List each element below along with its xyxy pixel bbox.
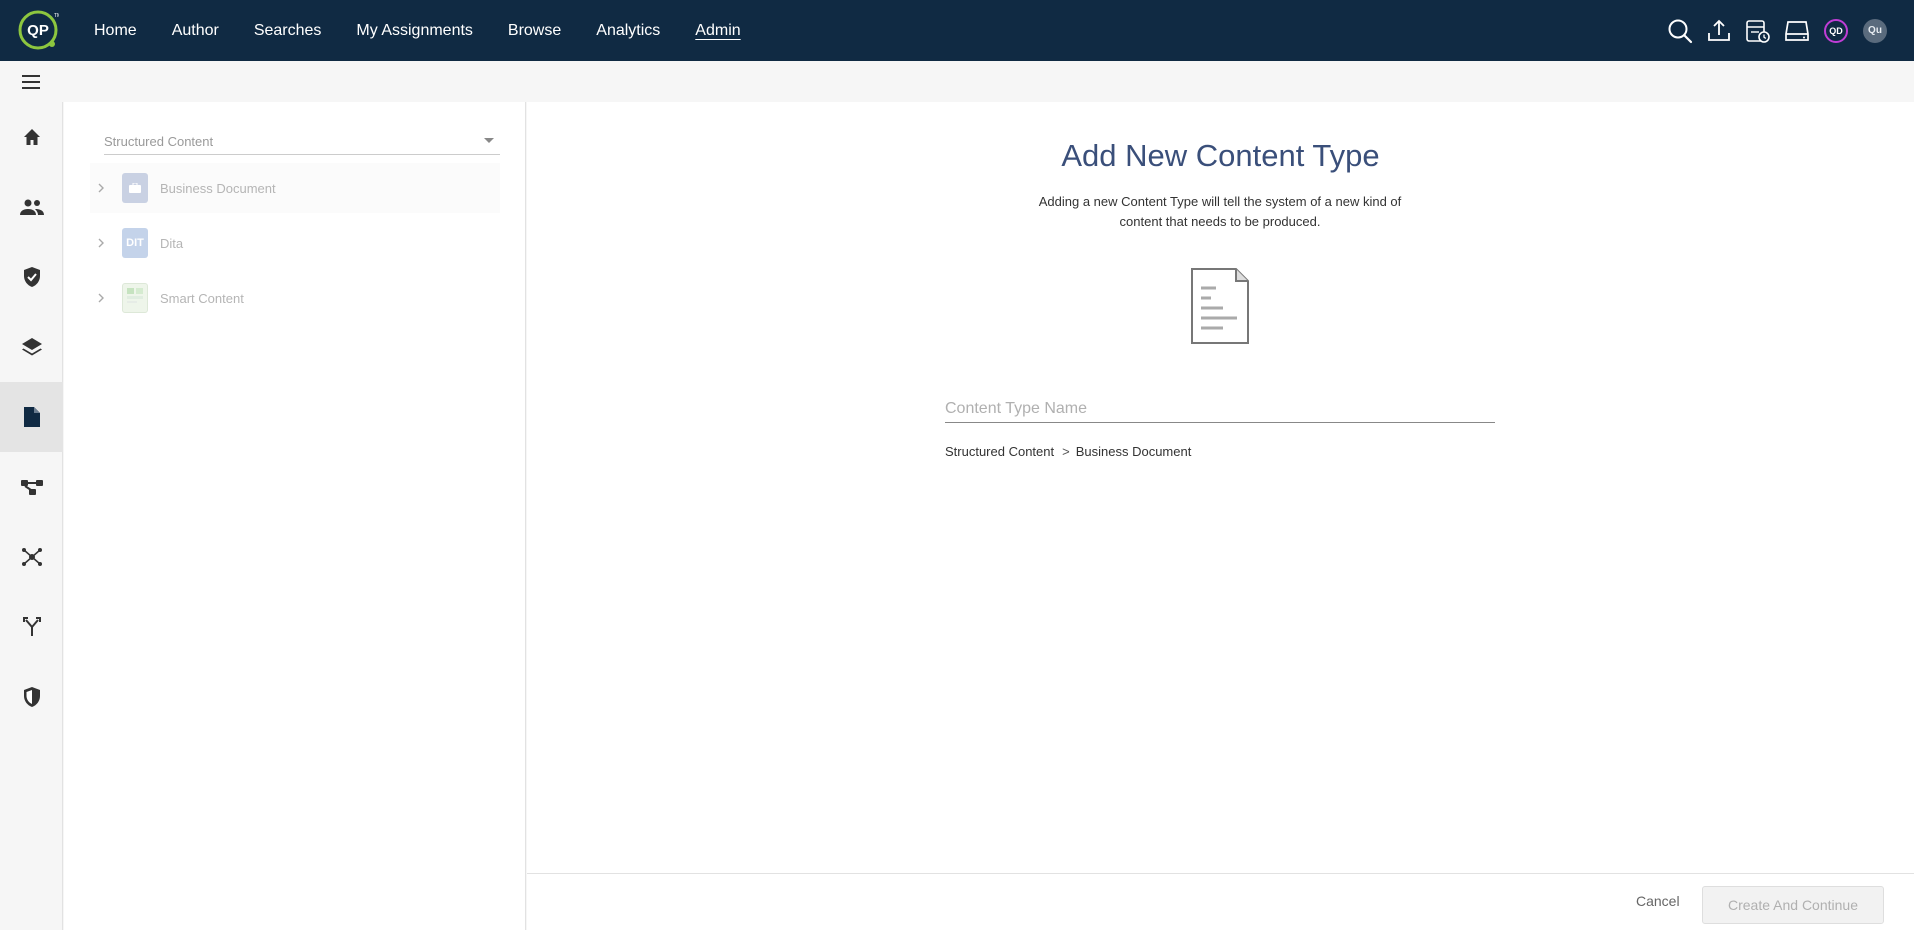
hamburger-menu-icon[interactable] [22,75,40,89]
cancel-button[interactable]: Cancel [1636,893,1680,909]
search-icon[interactable] [1666,17,1694,45]
sidebar-item-layers[interactable] [0,312,63,382]
sidebar-item-security[interactable] [0,662,63,732]
upload-icon[interactable] [1705,17,1733,45]
tree-item-business-document[interactable]: Business Document [90,163,500,213]
page-title: Add New Content Type [1061,138,1380,173]
sidebar-item-network[interactable] [0,522,63,592]
content-type-name-input[interactable] [945,396,1495,423]
path-separator: > [1062,444,1070,459]
sidebar-item-users[interactable] [0,172,63,242]
nav-searches[interactable]: Searches [254,22,322,40]
user-avatar-qd[interactable]: QD [1822,17,1850,45]
nav-author[interactable]: Author [172,22,219,40]
sidebar-item-home[interactable] [0,102,63,172]
users-icon [19,199,44,215]
nav-admin[interactable]: Admin [695,22,740,40]
document-icon [23,407,40,427]
svg-text:TM: TM [54,13,59,19]
create-and-continue-button[interactable]: Create And Continue [1702,886,1884,924]
path-leaf: Business Document [1075,444,1192,459]
layers-icon [21,338,42,356]
business-document-icon [122,173,148,203]
sidebar-item-content-types[interactable] [0,382,63,452]
dita-icon-text: DIT [126,237,144,249]
sidebar-item-branching[interactable] [0,592,63,662]
inbox-icon[interactable] [1783,17,1811,45]
page-description: Adding a new Content Type will tell the … [1038,194,1402,229]
content-category-select-value: Structured Content [104,134,214,149]
secondary-toolbar [0,61,1914,102]
sidebar-item-approvals[interactable] [0,242,63,312]
security-shield-icon [23,687,40,707]
content-category-select[interactable]: Structured Content [104,130,500,155]
tree-item-label: Smart Content [160,290,244,306]
content-type-path-breadcrumb: Structured Content > Business Document [945,444,1191,459]
chevron-down-icon [484,138,494,143]
add-content-type-form: Add New Content Type Adding a new Conten… [527,102,1914,930]
content-type-tree-panel: Structured Content Business Document DIT… [64,102,526,930]
avatar-qu-badge: Qu [1863,18,1887,43]
nav-home[interactable]: Home [94,22,137,40]
smart-content-icon [122,283,148,313]
top-navigation-bar: QP TM Home Author Searches My Assignment… [0,0,1914,61]
branch-icon [22,617,41,636]
nav-analytics[interactable]: Analytics [596,22,660,40]
sidebar-item-workflows[interactable] [0,452,63,522]
chevron-right-icon[interactable] [90,183,112,193]
scheduled-tasks-icon[interactable] [1744,17,1772,45]
workflow-icon [20,480,43,495]
avatar-qd-badge: QD [1824,18,1848,43]
path-root: Structured Content [945,444,1055,459]
main-nav: Home Author Searches My Assignments Brow… [94,0,776,61]
qp-logo[interactable]: QP TM [17,9,61,51]
svg-text:QP: QP [27,22,49,39]
chevron-right-icon[interactable] [90,293,112,303]
tree-item-dita[interactable]: DIT Dita [90,218,500,268]
home-icon [23,129,40,145]
shield-check-icon [23,267,40,287]
tree-item-label: Dita [160,235,184,251]
admin-sidebar [0,102,63,930]
nav-my-assignments[interactable]: My Assignments [356,22,472,40]
network-icon [21,548,42,566]
chevron-right-icon[interactable] [90,238,112,248]
top-icon-group: QD Qu [1655,0,1889,61]
document-illustration-icon [1189,266,1251,346]
nav-browse[interactable]: Browse [508,22,561,40]
tree-item-smart-content[interactable]: Smart Content [90,273,500,323]
tree-item-label: Business Document [160,180,276,196]
user-avatar-qu[interactable]: Qu [1861,17,1889,45]
form-footer: Cancel Create And Continue [527,873,1914,930]
dita-icon: DIT [122,228,148,258]
